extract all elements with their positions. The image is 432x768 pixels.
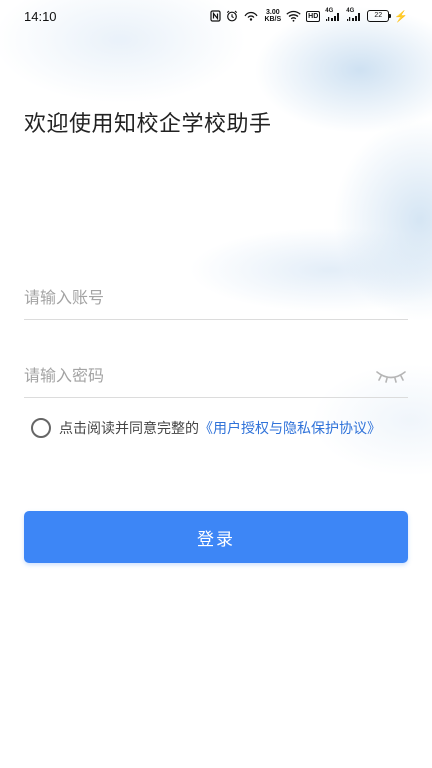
password-input[interactable] xyxy=(24,354,374,397)
login-page: 14:10 3.00 KB/S HD 4G 4G 22 ⚡ 欢迎使用知校企学校助… xyxy=(0,0,432,768)
agreement-text: 点击阅读并同意完整的 xyxy=(59,421,199,437)
login-button[interactable]: 登录 xyxy=(24,511,408,563)
network-type-1: 4G xyxy=(325,8,334,14)
wifi-icon xyxy=(286,9,301,23)
account-field xyxy=(24,276,408,320)
nfc-icon xyxy=(210,9,222,23)
hd-badge: HD xyxy=(306,10,321,22)
status-icons: 3.00 KB/S HD 4G 4G 22 ⚡ xyxy=(210,8,408,23)
page-title: 欢迎使用知校企学校助手 xyxy=(24,112,272,137)
net-speed-unit: KB/S xyxy=(264,16,282,23)
agreement-link[interactable]: 《用户授权与隐私保护协议》 xyxy=(199,418,381,438)
agreement-row: 点击阅读并同意完整的 《用户授权与隐私保护协议》 xyxy=(31,418,381,438)
status-bar: 14:10 3.00 KB/S HD 4G 4G 22 ⚡ xyxy=(0,0,432,32)
net-speed: 3.00 KB/S xyxy=(264,9,281,23)
net-speed-value: 3.00 xyxy=(265,9,280,16)
agreement-checkbox[interactable] xyxy=(31,418,51,438)
alarm-icon xyxy=(226,9,238,23)
signal-icon-2: 4G xyxy=(346,8,362,23)
charging-icon: ⚡ xyxy=(394,10,408,23)
eye-closed-icon[interactable] xyxy=(374,366,408,386)
network-type-2: 4G xyxy=(346,8,355,14)
password-field xyxy=(24,354,408,398)
status-time: 14:10 xyxy=(24,8,57,24)
battery-icon: 22 xyxy=(367,10,392,22)
signal-icon-1: 4G xyxy=(325,8,341,23)
account-input[interactable] xyxy=(24,276,408,319)
hotspot-icon xyxy=(243,9,259,23)
